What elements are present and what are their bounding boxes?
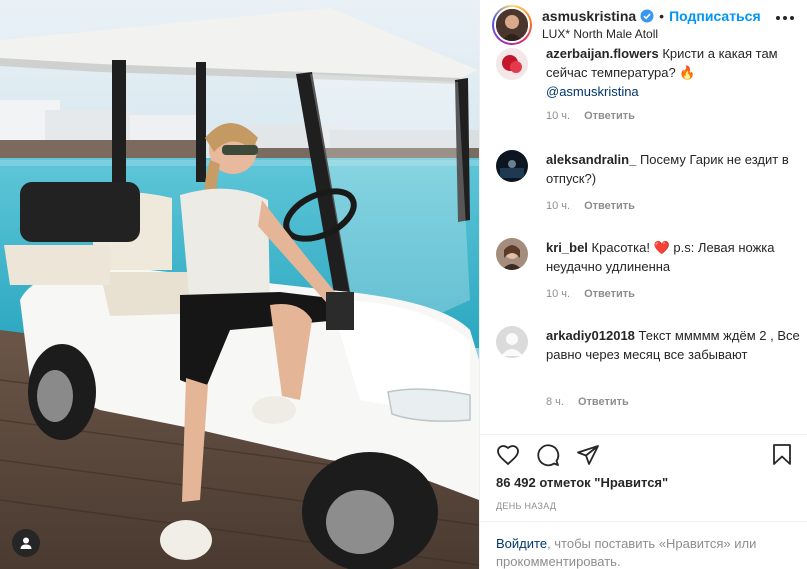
commenter-avatar[interactable] [496,150,528,182]
post-side-panel: asmuskristina • Подписаться LUX* North M… [479,0,807,569]
avatar-image [496,48,528,80]
avatar-image [496,150,528,182]
comment-username[interactable]: kri_bel [546,240,588,255]
comment-time: 10 ч. [546,200,571,212]
golf-cart-photo [0,0,479,569]
comment-item: arkadiy012018 Текст ммммм ждём 2 , Все р… [496,326,800,410]
login-prompt: Войдите, чтобы поставить «Нравится» или … [480,521,807,569]
comment-item: azerbaijan.flowers Кристи а какая там се… [496,46,796,128]
author-username[interactable]: asmuskristina [542,8,636,24]
avatar-image [496,238,528,270]
action-bar [480,434,807,474]
comment-time: 10 ч. [546,288,571,300]
comment-bubble-icon[interactable] [536,443,560,467]
follow-button[interactable]: Подписаться [669,8,761,24]
comment-time: 8 ч. [546,396,564,408]
commenter-avatar[interactable] [496,326,528,358]
commenter-avatar[interactable] [496,238,528,270]
comment-mention[interactable]: @asmuskristina [546,84,639,99]
post-timestamp[interactable]: ДЕНЬ НАЗАД [496,501,556,511]
bookmark-icon[interactable] [770,443,794,467]
reply-button[interactable]: Ответить [584,288,635,300]
reply-button[interactable]: Ответить [584,110,635,122]
separator-dot: • [659,7,665,24]
login-link[interactable]: Войдите [496,536,547,551]
comments-list[interactable]: azerbaijan.flowers Кристи а какая там се… [480,46,807,434]
comment-username[interactable]: aleksandralin_ [546,152,636,167]
heart-icon[interactable] [496,443,520,467]
post-location[interactable]: LUX* North Male Atoll [542,27,761,41]
user-tag-button[interactable] [12,529,40,557]
comment-item: aleksandralin_ Посему Гарик не ездит в о… [496,150,796,214]
author-avatar[interactable] [492,5,532,45]
default-avatar-icon [496,326,528,358]
post-photo[interactable] [0,0,479,569]
reply-button[interactable]: Ответить [584,200,635,212]
comment-username[interactable]: azerbaijan.flowers [546,46,659,61]
comment-username[interactable]: arkadiy012018 [546,328,635,343]
paper-plane-icon[interactable] [576,443,600,467]
likes-count[interactable]: 86 492 отметок "Нравится" [496,475,668,490]
comment-time: 10 ч. [546,110,571,122]
verified-badge-icon [640,9,654,23]
comment-item: kri_bel Красотка! ❤️ p.s: Левая ножка не… [496,238,796,302]
post-header: asmuskristina • Подписаться LUX* North M… [480,0,807,46]
more-options-icon[interactable] [776,16,794,20]
avatar-image [496,9,528,41]
user-tag-icon [20,537,32,549]
reply-button[interactable]: Ответить [578,396,629,408]
commenter-avatar[interactable] [496,48,528,80]
